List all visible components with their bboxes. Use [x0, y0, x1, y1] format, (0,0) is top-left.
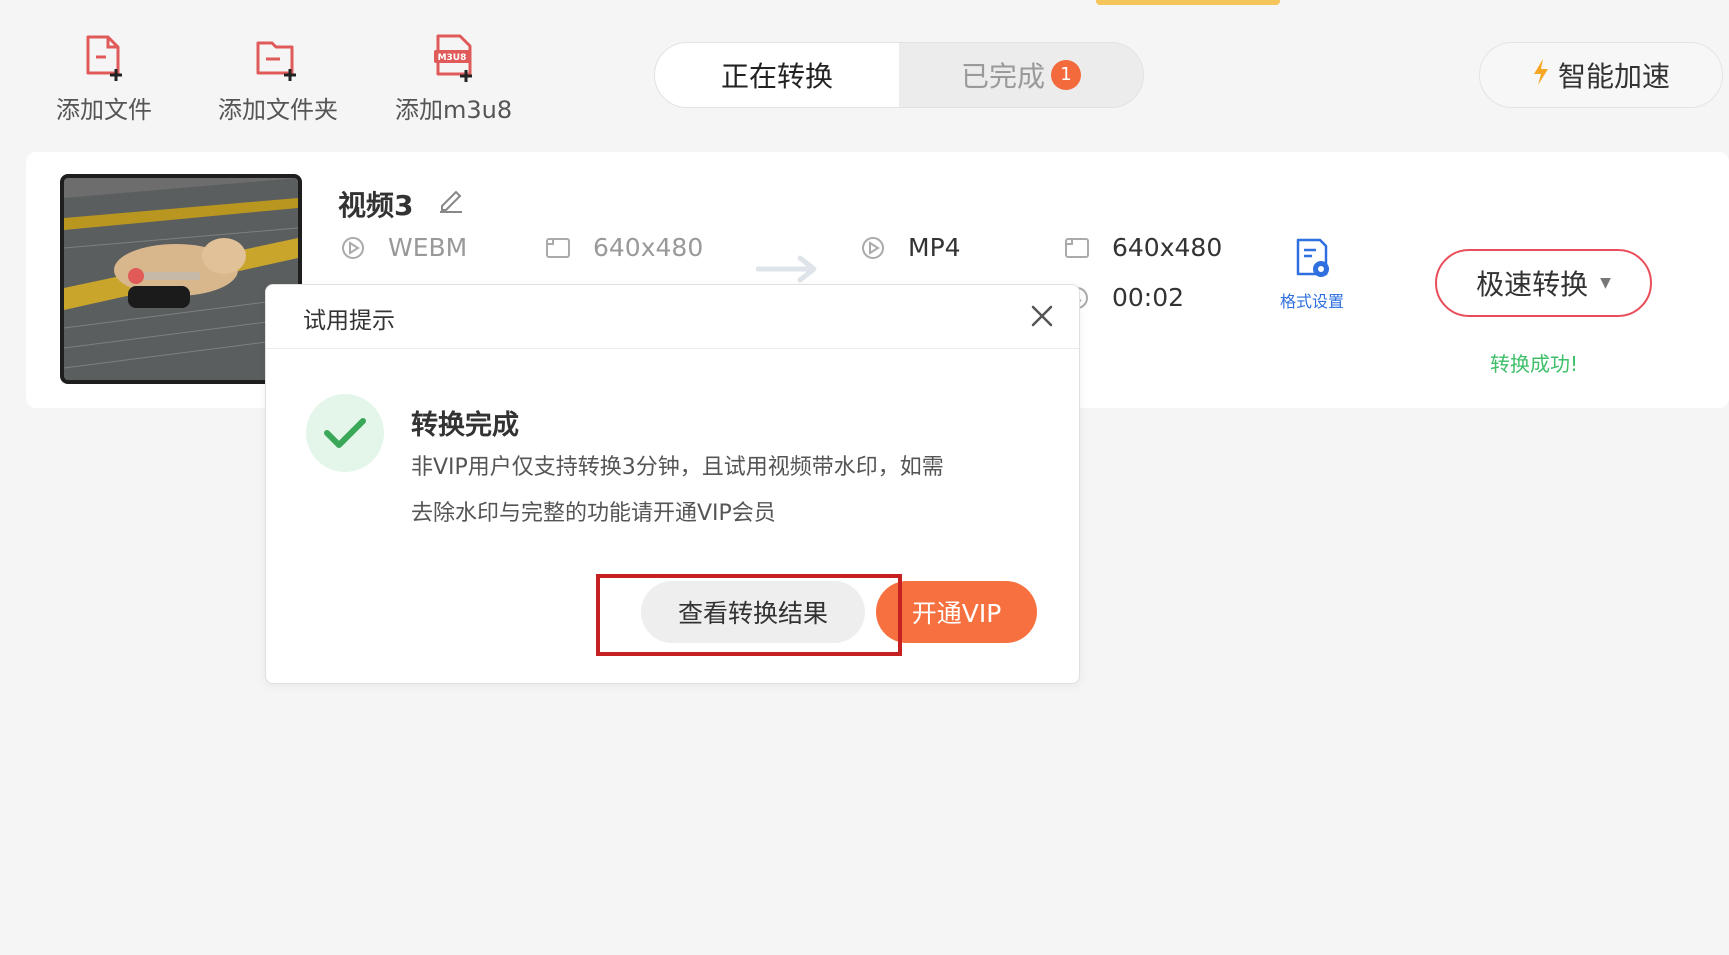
tab-completed[interactable]: 已完成 1 [899, 43, 1143, 107]
open-vip-button[interactable]: 开通VIP [876, 581, 1037, 643]
convert-mode-label: 极速转换 [1476, 268, 1589, 301]
success-badge [306, 394, 384, 472]
trial-dialog: 试用提示 转换完成 非VIP用户仅支持转换3分钟，且试用视频带水印，如需 去除水… [265, 284, 1080, 684]
add-folder-button[interactable]: 添加文件夹 [218, 30, 338, 125]
format-settings-button[interactable]: 格式设置 [1280, 238, 1344, 312]
target-format: MP4 [860, 233, 961, 262]
smart-speed-label: 智能加速 [1557, 60, 1670, 93]
resolution-icon [1064, 235, 1090, 261]
pencil-icon[interactable] [436, 184, 470, 218]
status-tabs: 正在转换 已完成 1 [654, 42, 1144, 108]
add-file-button[interactable]: 添加文件 [56, 30, 152, 125]
convert-mode-dropdown[interactable]: 极速转换 ▼ [1435, 249, 1652, 317]
target-duration-text: 00:02 [1112, 283, 1185, 312]
file-plus-icon [79, 30, 129, 86]
target-resolution: 640x480 [1064, 233, 1222, 262]
dialog-message-line1: 非VIP用户仅支持转换3分钟，且试用视频带水印，如需 [411, 455, 944, 480]
view-result-button[interactable]: 查看转换结果 [641, 581, 865, 643]
source-resolution: 640x480 [545, 233, 703, 262]
dialog-message-line2: 去除水印与完整的功能请开通VIP会员 [411, 501, 776, 526]
conversion-status: 转换成功! [1490, 352, 1579, 376]
add-file-label: 添加文件 [56, 96, 152, 124]
target-duration: 00:02 [1064, 283, 1184, 312]
target-format-text: MP4 [908, 233, 961, 262]
video-format-icon [340, 235, 366, 261]
close-icon[interactable] [1029, 303, 1055, 329]
dialog-heading: 转换完成 [411, 410, 519, 441]
lightning-icon [1532, 58, 1550, 93]
tab-converting[interactable]: 正在转换 [655, 43, 899, 107]
dialog-title: 试用提示 [303, 308, 395, 334]
add-m3u8-label: 添加m3u8 [395, 96, 513, 124]
tab-completed-label: 已完成 [960, 60, 1045, 93]
completed-count-badge: 1 [1051, 60, 1081, 90]
video-format-icon [860, 235, 886, 261]
format-settings-icon [1280, 238, 1344, 284]
add-folder-label: 添加文件夹 [218, 96, 338, 124]
format-settings-label: 格式设置 [1280, 292, 1345, 311]
arrow-right-icon [755, 254, 820, 288]
add-m3u8-button[interactable]: M3U8 添加m3u8 [395, 30, 512, 125]
dialog-header: 试用提示 [266, 285, 1079, 349]
check-icon [324, 418, 366, 448]
dialog-message: 非VIP用户仅支持转换3分钟，且试用视频带水印，如需 去除水印与完整的功能请开通… [411, 445, 1031, 537]
resolution-icon [545, 235, 571, 261]
top-accent-bar [1096, 0, 1280, 5]
chevron-down-icon: ▼ [1600, 275, 1611, 291]
video-title: 视频3 [338, 189, 414, 222]
smart-speed-button[interactable]: 智能加速 [1479, 42, 1723, 108]
folder-plus-icon [253, 30, 303, 86]
target-resolution-text: 640x480 [1112, 233, 1223, 262]
source-format-text: WEBM [388, 233, 468, 262]
m3u8-icon-text: M3U8 [437, 53, 466, 63]
source-resolution-text: 640x480 [593, 233, 704, 262]
source-format: WEBM [340, 233, 467, 262]
m3u8-plus-icon: M3U8 [429, 30, 479, 86]
tab-converting-label: 正在转换 [720, 60, 833, 93]
